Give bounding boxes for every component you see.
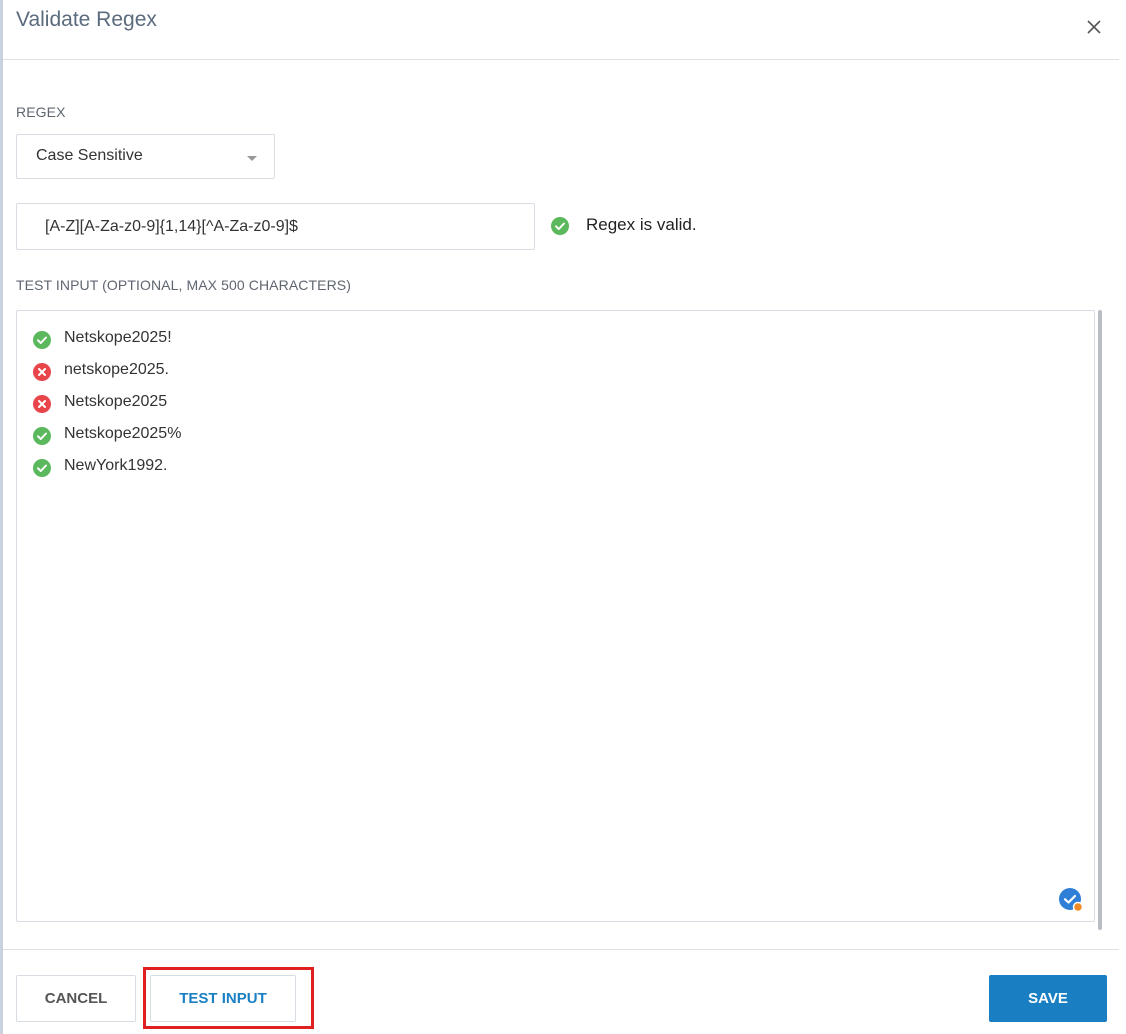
case-sensitivity-select[interactable]: Case Sensitive [16,134,275,179]
no-match-x-icon [33,395,51,413]
dialog-title: Validate Regex [16,8,157,31]
check-circle-icon [551,217,569,235]
grammar-check-icon[interactable] [1058,887,1084,913]
save-button[interactable]: SAVE [989,975,1107,1022]
dialog-header: Validate Regex [3,0,1119,60]
cancel-button[interactable]: CANCEL [16,975,136,1022]
match-check-icon [33,331,51,349]
case-sensitivity-value: Case Sensitive [36,147,143,164]
no-match-x-icon [33,363,51,381]
regex-section-label: REGEX [16,104,66,120]
left-accent-bar [0,0,3,1034]
regex-pattern-input[interactable] [16,203,535,250]
match-check-icon [33,459,51,477]
test-line-text: netskope2025. [64,361,169,378]
test-line-text: Netskope2025! [64,329,172,346]
test-line-text: Netskope2025% [64,425,182,442]
test-input-button[interactable]: TEST INPUT [150,975,296,1022]
test-line-text: Netskope2025 [64,393,168,410]
test-line-text: NewYork1992. [64,457,168,474]
close-icon[interactable] [1081,14,1107,40]
chevron-down-icon [247,156,257,161]
textarea-scrollbar[interactable] [1098,310,1102,930]
match-check-icon [33,427,51,445]
footer-divider [3,949,1119,950]
test-input-textarea[interactable]: Netskope2025! netskope2025. Netskope2025… [16,310,1095,922]
test-input-section-label: TEST INPUT (OPTIONAL, MAX 500 CHARACTERS… [16,277,351,293]
regex-status-text: Regex is valid. [586,215,697,234]
